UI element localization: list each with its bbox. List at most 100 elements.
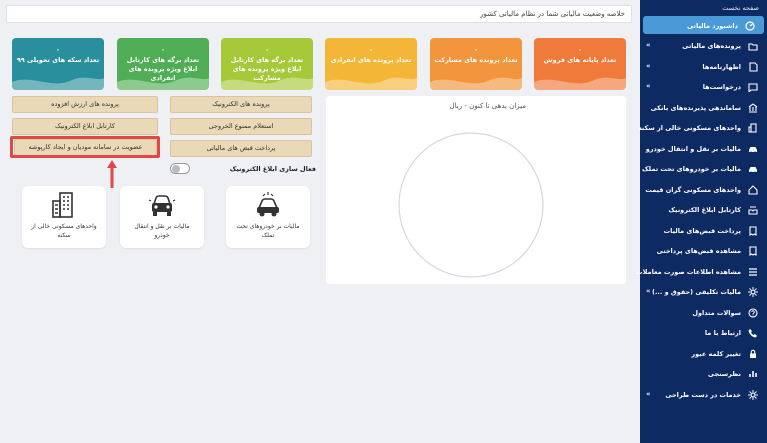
card-count: ۰ (577, 46, 583, 54)
sidebar-item-label: نظرسنجی (707, 370, 741, 378)
sidebar-item-8[interactable]: واحدهای مسکونی گران قیمت (640, 180, 767, 201)
sidebar-item-16[interactable]: تغییر کلمه عبور (640, 344, 767, 365)
sidebar-item-12[interactable]: مشاهده اطلاعات صورت معاملات (636, 262, 767, 283)
sidebar-item-label: پرونده‌های مالیاتی (682, 42, 741, 50)
sidebar-item-label: مالیات تکلیفی (حقوق و ...) (651, 288, 741, 296)
sidebar-item-1[interactable]: پرونده‌های مالیاتی » (640, 36, 767, 57)
chevron-icon: » (646, 389, 651, 398)
sidebar-item-7[interactable]: مالیات بر خودروهای تحت تملک (640, 159, 767, 180)
electronic-files-button[interactable]: پرونده های الکترونیک (170, 96, 312, 113)
sidebar-item-13[interactable]: مالیات تکلیفی (حقوق و ...)» (640, 282, 767, 303)
card-eblagh-partnership[interactable]: ۰ تعداد برگه های کارتابل ابلاغ ویژه پرون… (221, 38, 313, 90)
sidebar-item-label: تغییر کلمه عبور (691, 349, 741, 358)
tile-owned-cars-tax[interactable]: مالیات بر خودروهای تحت تملک (226, 186, 310, 248)
sidebar-item-14[interactable]: سوالات متداول (640, 303, 767, 324)
sidebar-item-label: داشبورد مالیاتی (686, 22, 738, 30)
chevron-icon: » (646, 82, 651, 90)
chart-title: میزان بدهی تا کنون - ریال (449, 102, 526, 110)
car-icon (749, 167, 757, 174)
debt-pie-chart (398, 132, 544, 278)
card-delivered-coins[interactable]: ۰ تعداد سکه های تحویلی ۹۹ (12, 38, 104, 90)
sidebar-item-label: ارتباط با ما (704, 329, 741, 337)
car-icon (257, 192, 279, 217)
summary-bar: خلاصه وضعیت مالیاتی شما در نظام مالیاتی … (6, 5, 632, 23)
document-icon (749, 61, 758, 72)
gear-icon (748, 389, 758, 400)
tile-label: مالیات بر خودروهای تحت تملک (236, 223, 300, 239)
sidebar-item-3[interactable]: درخواست‌ها » (640, 77, 767, 98)
sidebar-item-label: مشاهده اطلاعات صورت معاملات (636, 267, 741, 276)
card-eblagh-individual[interactable]: ۰ تعداد برگه های کارتابل ابلاغ ویژه پرون… (117, 38, 209, 90)
tile-car-transfer-tax[interactable]: مالیات بر نقل و انتقال خودرو (120, 186, 204, 248)
tile-label: واحدهای مسکونی خالی از سکنه (31, 223, 97, 239)
wave-decoration (12, 77, 104, 90)
tile-vacant-units[interactable]: واحدهای مسکونی خالی از سکنه (22, 186, 106, 248)
sidebar-item-label: پرداخت قبض‌های مالیات (663, 226, 741, 235)
car-icon (749, 146, 757, 153)
card-label: تعداد سکه های تحویلی ۹۹ (16, 56, 100, 64)
sidebar-home-link[interactable]: صفحه نخست (640, 0, 767, 14)
sidebar-item-17[interactable]: نظرسنجی (640, 364, 767, 385)
phone-icon (748, 329, 757, 338)
building-icon (748, 123, 757, 133)
sidebar-item-2[interactable]: اظهارنامه‌ها » (640, 57, 767, 78)
chevron-icon: » (646, 41, 651, 49)
card-sales-terminals[interactable]: ۰ تعداد پایانه های فروش (534, 38, 626, 90)
eblagh-toggle[interactable] (170, 163, 190, 174)
toggle-label: فعال سازی ابلاغ الکترونیک (229, 165, 316, 173)
sidebar-item-15[interactable]: ارتباط با ما (640, 323, 767, 344)
tax-bill-payment-button[interactable]: پرداخت قبض های مالیاتی (170, 140, 312, 157)
stat-cards: ۰ تعداد پایانه های فروش ۰ تعداد پرونده ه… (12, 38, 628, 92)
chevron-icon: » (646, 287, 651, 295)
sidebar-item-label: ساماندهی پذیرنده‌های بانکی (650, 103, 741, 112)
bank-icon (748, 102, 758, 113)
sidebar-item-label: واحدهای مسکونی گران قیمت (645, 185, 741, 194)
sidebar-item-5[interactable]: واحدهای مسکونی خالی از سکنه (637, 118, 767, 139)
card-count: ۰ (473, 46, 479, 54)
sidebar-item-label: واحدهای مسکونی خالی از سکنه (637, 124, 741, 132)
main-content: خلاصه وضعیت مالیاتی شما در نظام مالیاتی … (0, 0, 640, 443)
sidebar-item-label: سوالات متداول (692, 308, 741, 317)
chevron-icon: » (646, 61, 651, 70)
eblagh-cartable-button[interactable]: کارتابل ابلاغ الکترونیک (12, 118, 158, 135)
sidebar-item-10[interactable]: پرداخت قبض‌های مالیات (640, 221, 767, 242)
request-icon (748, 83, 758, 92)
question-icon (748, 307, 758, 318)
home-icon (748, 184, 758, 195)
lock-icon (750, 349, 756, 358)
sidebar-item-label: اظهارنامه‌ها (702, 62, 741, 71)
sidebar-item-11[interactable]: مشاهده قبض‌های پرداختی (640, 241, 767, 262)
wave-decoration (117, 77, 209, 90)
sidebar-item-label: خدمات در دست طراحی (665, 390, 741, 399)
value-added-files-button[interactable]: پرونده های ارزش افزوده (12, 96, 158, 113)
card-count: ۰ (368, 46, 374, 54)
sidebar-item-18[interactable]: خدمات در دست طراحی » (640, 385, 767, 406)
building-icon (52, 192, 73, 218)
sidebar-item-label: کارتابل ابلاغ الکترونیک (668, 206, 741, 214)
car-front-icon (148, 195, 176, 216)
toggle-knob (172, 165, 180, 173)
survey-icon (749, 371, 757, 377)
sidebar-item-label: درخواست‌ها (702, 83, 741, 91)
exit-ban-inquiry-button[interactable]: استعلام ممنوع الخروجی (170, 118, 312, 135)
card-count: ۰ (160, 46, 166, 54)
sidebar-item-9[interactable]: کارتابل ابلاغ الکترونیک (640, 200, 767, 221)
debt-chart-panel: میزان بدهی تا کنون - ریال (326, 96, 626, 284)
card-count: ۰ (55, 46, 61, 54)
wave-decoration (221, 77, 313, 90)
gear-icon (748, 287, 758, 297)
sidebar-item-label: مالیات بر نقل و انتقال خودرو (645, 144, 741, 153)
sidebar-item-6[interactable]: مالیات بر نقل و انتقال خودرو (640, 139, 767, 160)
dashboard-icon (745, 21, 755, 31)
sidebar-item-4[interactable]: ساماندهی پذیرنده‌های بانکی (640, 98, 767, 119)
list-icon (749, 267, 757, 276)
sidebar-menu: داشبورد مالیاتی پرونده‌های مالیاتی» اظهارن… (636, 16, 767, 406)
card-partnership-files[interactable]: ۰ تعداد پرونده های مشارکت (430, 38, 522, 90)
sidebar-item-0[interactable]: داشبورد مالیاتی (643, 16, 764, 34)
highlight-box (10, 136, 160, 158)
card-individual-files[interactable]: ۰ تعداد پرونده های انفرادی (325, 38, 417, 90)
card-label: تعداد پایانه های فروش (543, 56, 617, 64)
sidebar-item-label: مشاهده قبض‌های پرداختی (656, 247, 741, 255)
wave-decoration (534, 77, 626, 90)
card-label: تعداد پرونده های انفرادی (330, 56, 412, 64)
